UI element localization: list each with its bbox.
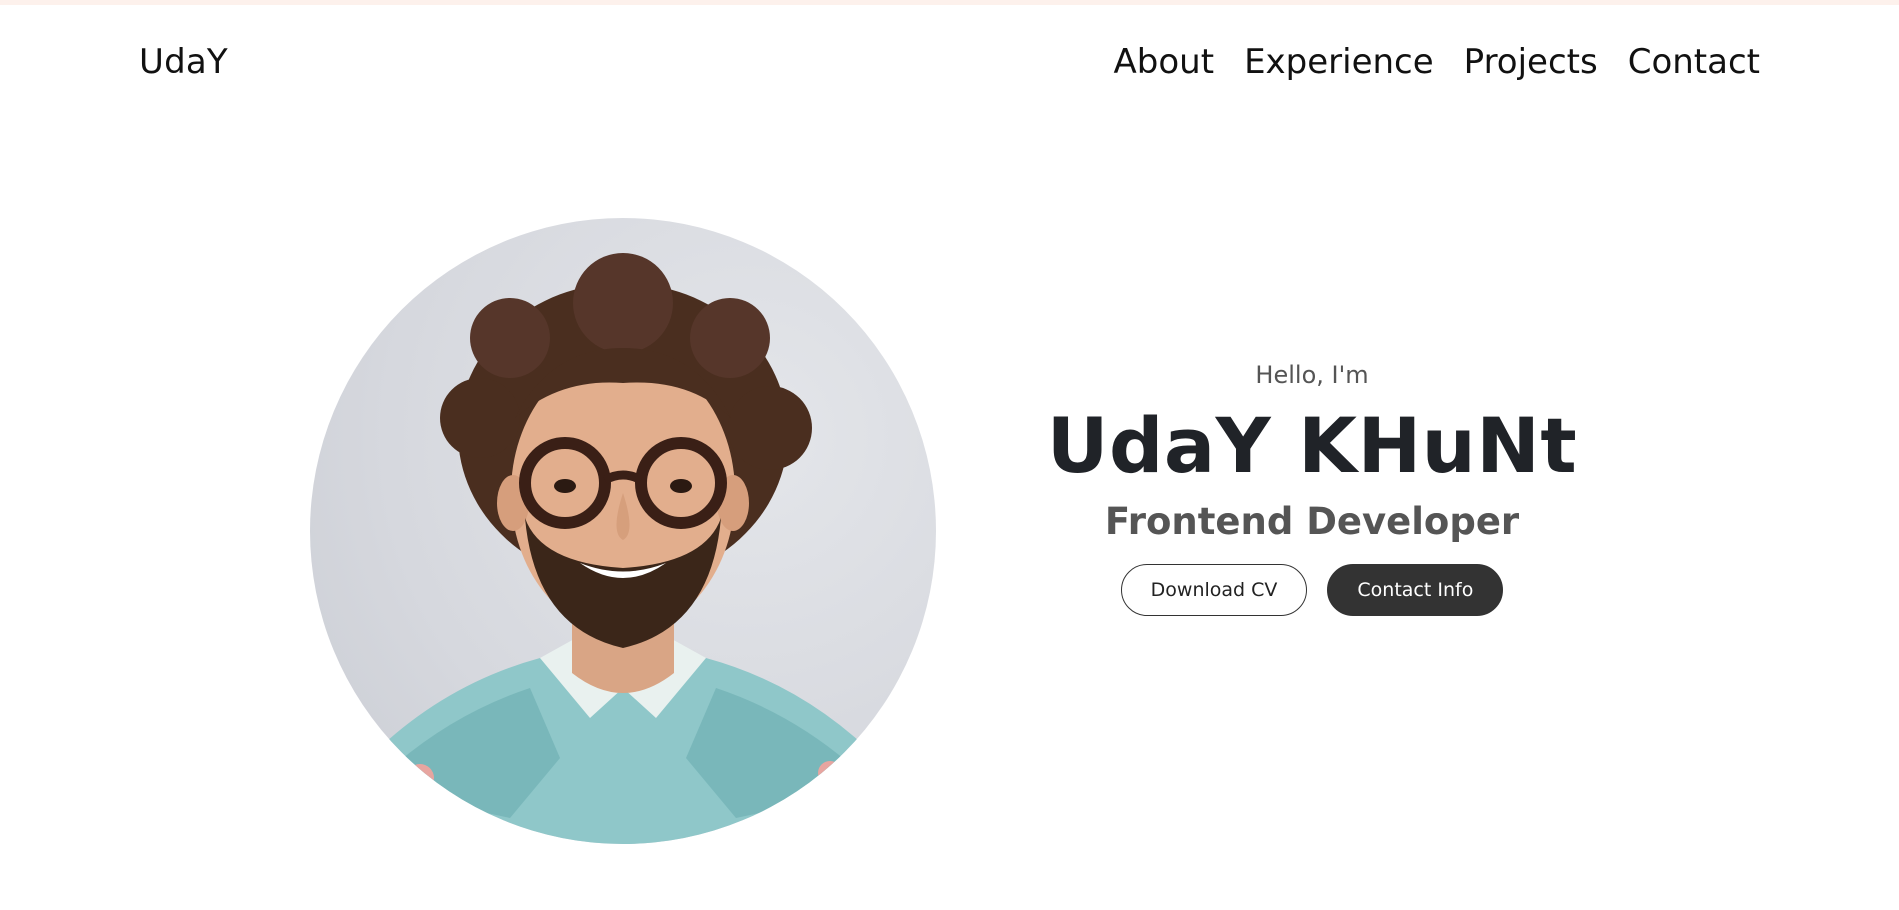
nav-link-experience[interactable]: Experience bbox=[1244, 40, 1434, 84]
hero-name: UdaY KHuNt bbox=[1046, 401, 1578, 490]
profile-photo bbox=[310, 218, 936, 844]
greeting-text: Hello, I'm bbox=[1255, 361, 1369, 389]
hero-actions: Download CV Contact Info bbox=[1012, 564, 1612, 616]
hero-intro: Hello, I'm UdaY KHuNt Frontend Developer… bbox=[1012, 358, 1612, 616]
contact-info-button[interactable]: Contact Info bbox=[1327, 564, 1504, 616]
brand-logo[interactable]: UdaY bbox=[139, 40, 228, 84]
download-cv-button[interactable]: Download CV bbox=[1120, 564, 1308, 616]
nav-link-about[interactable]: About bbox=[1114, 40, 1215, 84]
person-portrait-icon bbox=[310, 253, 936, 844]
main-nav: About Experience Projects Contact bbox=[1114, 40, 1760, 84]
nav-link-projects[interactable]: Projects bbox=[1464, 40, 1598, 84]
nav-link-contact[interactable]: Contact bbox=[1628, 40, 1760, 84]
hero-role: Frontend Developer bbox=[1104, 500, 1520, 543]
top-accent-strip bbox=[0, 0, 1899, 5]
